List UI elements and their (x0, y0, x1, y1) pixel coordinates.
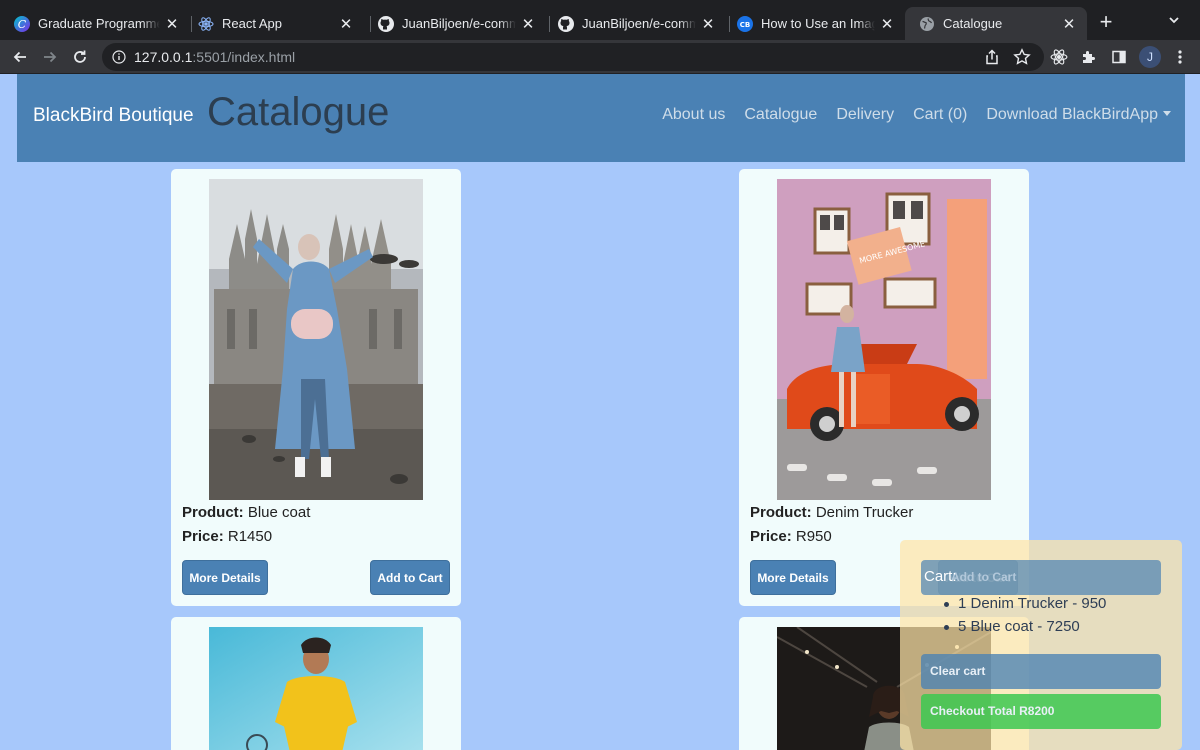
close-tab-icon[interactable]: ✕ (875, 15, 899, 33)
product-name-line: Product: Denim Trucker (750, 504, 914, 521)
product-price-line: Price: R950 (750, 528, 832, 545)
tab-title: How to Use an Image as (761, 16, 875, 31)
cart-items-list: 1 Denim Trucker - 950 5 Blue coat - 7250 (944, 595, 1106, 641)
reload-icon (74, 50, 86, 63)
close-tab-icon[interactable]: ✕ (1057, 15, 1081, 33)
tab-title: Catalogue (943, 16, 1003, 31)
canva-icon: C (14, 15, 30, 32)
nav-delivery[interactable]: Delivery (836, 106, 894, 124)
cart-title: Cart: (924, 568, 957, 585)
browser-tab[interactable]: JuanBiljoen/e-commerce ✕ (364, 7, 546, 40)
browser-tab[interactable]: CB How to Use an Image as ✕ (723, 7, 905, 40)
product-card (171, 617, 461, 750)
product-name: Blue coat (247, 504, 311, 521)
brand-link[interactable]: BlackBird Boutique (33, 105, 194, 127)
nav-about-us[interactable]: About us (662, 106, 725, 124)
checkout-button[interactable]: Checkout Total R8200 (921, 694, 1161, 729)
product-name: Denim Trucker (815, 504, 914, 521)
share-icon[interactable] (982, 47, 1002, 67)
github-icon (558, 15, 574, 32)
dropdown-caret-icon (1163, 111, 1171, 116)
browser-tab-active[interactable]: Catalogue ✕ (905, 7, 1087, 40)
tab-title: React App (222, 16, 282, 31)
close-tab-icon[interactable]: ✕ (334, 15, 358, 33)
browser-toolbar: 127.0.0.1:5501/index.html J (0, 40, 1200, 74)
cart-item: 5 Blue coat - 7250 (944, 618, 1106, 641)
nav-cart[interactable]: Cart (0) (913, 106, 967, 124)
product-image (209, 627, 423, 750)
cart-panel: Add to Cart Cart: 1 Denim Trucker - 950 … (900, 540, 1182, 750)
tab-title: JuanBiljoen/e-commerce (582, 16, 696, 31)
tab-title: Graduate Programme - (38, 16, 160, 31)
tab-title: JuanBiljoen/e-commerce (402, 16, 516, 31)
back-button[interactable] (9, 46, 31, 68)
product-price: R1450 (227, 528, 273, 545)
nav-catalogue[interactable]: Catalogue (744, 106, 817, 124)
add-to-cart-button[interactable]: Add to Cart (370, 560, 450, 595)
codebeautify-icon: CB (737, 15, 753, 32)
close-tab-icon[interactable]: ✕ (160, 15, 184, 33)
more-details-button[interactable]: More Details (182, 560, 268, 595)
side-panel-icon[interactable] (1109, 47, 1129, 67)
close-tab-icon[interactable]: ✕ (516, 15, 540, 33)
url-text: 127.0.0.1:5501/index.html (134, 49, 296, 65)
forward-arrow-icon (44, 51, 57, 63)
extensions-puzzle-icon[interactable] (1079, 47, 1099, 67)
cart-item: 1 Denim Trucker - 950 (944, 595, 1106, 618)
page-title: Catalogue (207, 90, 390, 134)
browser-menu-icon[interactable] (1170, 47, 1190, 67)
product-name-line: Product: Blue coat (182, 504, 311, 521)
profile-avatar[interactable]: J (1139, 46, 1161, 68)
browser-tab[interactable]: JuanBiljoen/e-commerce ✕ (544, 7, 726, 40)
new-tab-button[interactable]: + (1094, 11, 1118, 35)
product-card: Product: Blue coat Price: R1450 More Det… (171, 169, 461, 606)
react-icon (198, 16, 214, 32)
nav-download-dropdown[interactable]: Download BlackBirdApp (986, 106, 1171, 124)
product-price: R950 (795, 528, 832, 545)
react-devtools-icon[interactable] (1049, 47, 1069, 67)
site-navbar: BlackBird Boutique Catalogue About us Ca… (17, 74, 1185, 162)
github-icon (378, 15, 394, 32)
product-price-line: Price: R1450 (182, 528, 273, 545)
browser-tab-strip: C Graduate Programme - ✕ React App ✕ Jua… (0, 0, 1200, 40)
forward-button[interactable] (39, 46, 61, 68)
add-to-cart-button-behind[interactable]: Add to Cart (921, 560, 1161, 595)
svg-text:CB: CB (740, 21, 750, 29)
address-bar[interactable]: 127.0.0.1:5501/index.html (102, 43, 1044, 71)
tab-search-chevron-icon[interactable] (1168, 13, 1180, 31)
clear-cart-button[interactable]: Clear cart (921, 654, 1161, 689)
globe-icon (919, 16, 935, 32)
more-details-button[interactable]: More Details (750, 560, 836, 595)
bookmark-star-icon[interactable] (1012, 47, 1032, 67)
nav-download-label: Download BlackBirdApp (986, 106, 1158, 123)
site-info-icon[interactable] (112, 50, 126, 64)
svg-text:C: C (18, 18, 27, 31)
reload-button[interactable] (69, 46, 91, 68)
browser-tab[interactable]: React App ✕ (184, 7, 364, 40)
nav-links: About us Catalogue Delivery Cart (0) Dow… (643, 106, 1171, 124)
browser-tab[interactable]: C Graduate Programme - ✕ (0, 7, 190, 40)
back-arrow-icon (13, 51, 26, 63)
product-image: MORE AWESOME (777, 179, 991, 500)
close-tab-icon[interactable]: ✕ (696, 15, 720, 33)
product-image (209, 179, 423, 500)
